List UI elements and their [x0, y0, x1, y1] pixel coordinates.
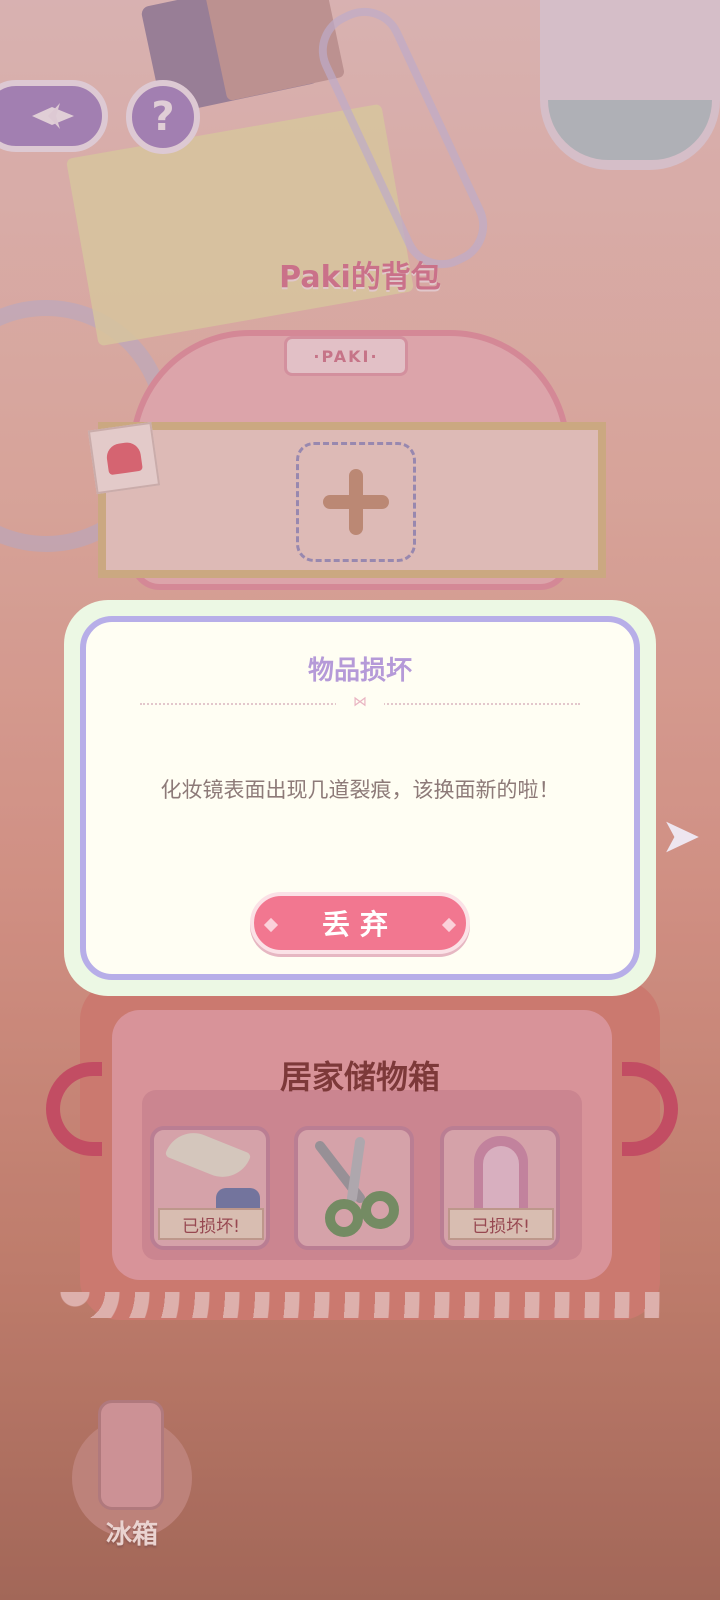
diamond-icon [263, 917, 279, 933]
diamond-icon [441, 917, 457, 933]
discard-button[interactable]: 丢弃 [250, 892, 470, 954]
discard-label: 丢弃 [321, 908, 398, 941]
dialog-title: 物品损坏 [307, 656, 412, 686]
arrow-right-icon: ➤ [660, 808, 702, 864]
dialog-message: 化妆镜表面出现几道裂痕，该换面新的啦！ [160, 778, 560, 802]
bow-icon: ⋈ [336, 694, 384, 712]
